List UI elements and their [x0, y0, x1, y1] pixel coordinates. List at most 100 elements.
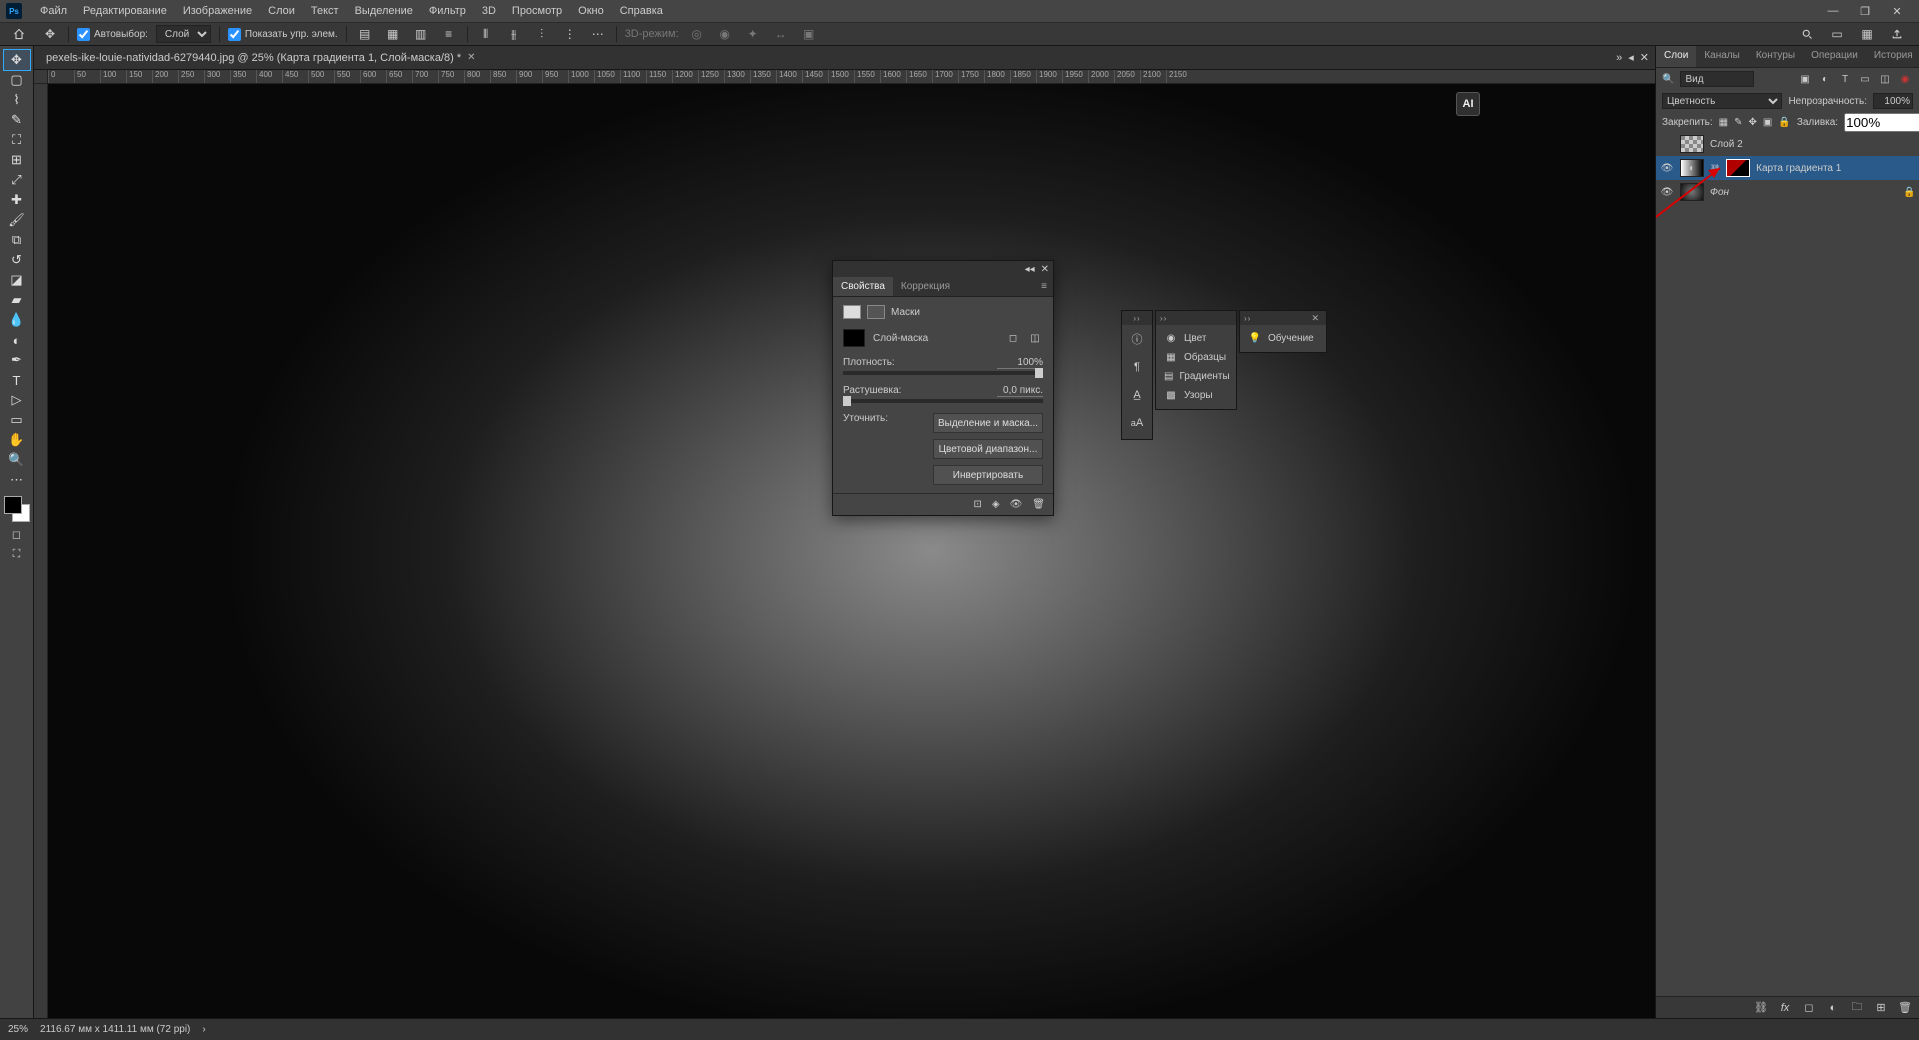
menu-file[interactable]: Файл: [32, 1, 75, 21]
invert-button[interactable]: Инвертировать: [933, 465, 1043, 485]
blend-mode-dropdown[interactable]: Цветность: [1662, 93, 1782, 109]
tab-adjustments[interactable]: Коррекция: [893, 277, 958, 296]
color-range-button[interactable]: Цветовой диапазон...: [933, 439, 1043, 459]
edit-toolbar-button[interactable]: ⋯: [4, 470, 30, 490]
visibility-toggle[interactable]: 👁: [1660, 187, 1674, 198]
glyphs-icon[interactable]: aA: [1122, 409, 1152, 437]
patterns-tab[interactable]: ▩Узоры: [1156, 386, 1236, 405]
hand-tool[interactable]: ✋: [4, 430, 30, 450]
visibility-toggle[interactable]: 👁: [1660, 163, 1674, 174]
auto-select-checkbox[interactable]: Автовыбор:: [77, 28, 148, 41]
doc-dimensions[interactable]: 2116.67 мм x 1411.11 мм (72 ppi): [40, 1024, 190, 1035]
zoom-tool[interactable]: 🔍: [4, 450, 30, 470]
tab-scroll-left-icon[interactable]: ◂: [1628, 51, 1634, 64]
foreground-color-swatch[interactable]: [4, 496, 22, 514]
align-right-icon[interactable]: ▥: [411, 24, 431, 44]
filter-toggle-icon[interactable]: ◉: [1897, 71, 1913, 87]
properties-menu-icon[interactable]: ≡: [1035, 277, 1053, 296]
link-icon[interactable]: ⛓: [1710, 164, 1720, 173]
opacity-input[interactable]: [1873, 93, 1913, 109]
zoom-indicator[interactable]: 25%: [8, 1024, 28, 1035]
vector-mask-mode-button[interactable]: [867, 305, 885, 319]
options-overflow-icon[interactable]: ⋯: [588, 24, 608, 44]
swatches-tab[interactable]: ▦Образцы: [1156, 348, 1236, 367]
add-pixel-mask-icon[interactable]: ◻: [1005, 330, 1021, 346]
menu-edit[interactable]: Редактирование: [75, 1, 175, 21]
layer-row[interactable]: 👁 ◐ ⛓ Карта градиента 1: [1656, 156, 1919, 180]
align-left-icon[interactable]: ▤: [355, 24, 375, 44]
distribute-more-icon[interactable]: ⋮: [560, 24, 580, 44]
path-select-tool[interactable]: ▷: [4, 390, 30, 410]
strip-handle[interactable]: ››: [1122, 311, 1152, 325]
layer-name[interactable]: Карта градиента 1: [1756, 163, 1841, 174]
tab-channels[interactable]: Каналы: [1696, 46, 1748, 67]
layer-name[interactable]: Фон: [1710, 187, 1729, 198]
filter-adjust-icon[interactable]: ◐: [1817, 71, 1833, 87]
tab-paths[interactable]: Контуры: [1748, 46, 1803, 67]
link-layers-icon[interactable]: ⛓: [1753, 1000, 1769, 1016]
info-icon[interactable]: ⓘ: [1122, 325, 1152, 353]
orbit-icon[interactable]: ◎: [687, 24, 707, 44]
shape-tool[interactable]: ▭: [4, 410, 30, 430]
apply-mask-icon[interactable]: ◈: [992, 499, 1000, 510]
menu-image[interactable]: Изображение: [175, 1, 260, 21]
layer-thumbnail[interactable]: [1680, 135, 1704, 153]
search-icon[interactable]: [1797, 24, 1817, 44]
menu-view[interactable]: Просмотр: [504, 1, 570, 21]
history-brush-tool[interactable]: ↺: [4, 250, 30, 270]
frame-icon[interactable]: ▭: [1827, 24, 1847, 44]
ai-chip[interactable]: AI: [1456, 92, 1480, 116]
menu-3d[interactable]: 3D: [474, 1, 504, 21]
marquee-tool[interactable]: ▢: [4, 70, 30, 90]
quick-select-tool[interactable]: ✎: [4, 110, 30, 130]
gradients-tab[interactable]: ▤Градиенты: [1156, 367, 1236, 386]
color-swatches[interactable]: [4, 496, 30, 522]
blur-tool[interactable]: 💧: [4, 310, 30, 330]
status-chevron-icon[interactable]: ›: [202, 1024, 205, 1035]
collapse-icon[interactable]: ◂◂: [1025, 264, 1035, 275]
gradient-tool[interactable]: ▰: [4, 290, 30, 310]
screen-mode-button[interactable]: ⛶: [7, 546, 27, 562]
tab-layers[interactable]: Слои: [1656, 46, 1696, 67]
align-more-icon[interactable]: ≡: [439, 24, 459, 44]
tab-history[interactable]: История: [1866, 46, 1919, 67]
dodge-tool[interactable]: ◐: [4, 330, 30, 350]
layer-name[interactable]: Слой 2: [1710, 139, 1743, 150]
mask-preview-thumb[interactable]: [843, 329, 865, 347]
window-minimize-button[interactable]: —: [1817, 0, 1849, 22]
share-icon[interactable]: [1887, 24, 1907, 44]
eyedropper-tool[interactable]: ⤢: [4, 170, 30, 190]
clone-tool[interactable]: ⧉: [4, 230, 30, 250]
close-icon[interactable]: ✕: [1308, 313, 1322, 324]
lock-artboard-icon[interactable]: ▣: [1763, 115, 1772, 129]
frame-tool[interactable]: ⊞: [4, 150, 30, 170]
properties-panel-titlebar[interactable]: ◂◂ ✕: [833, 261, 1053, 277]
pen-tool[interactable]: ✒: [4, 350, 30, 370]
density-slider[interactable]: Плотность:: [843, 357, 1043, 375]
color-tab[interactable]: ◉Цвет: [1156, 329, 1236, 348]
auto-select-target-dropdown[interactable]: Слой: [156, 25, 211, 43]
document-canvas[interactable]: [48, 84, 1655, 1018]
cam3d-icon[interactable]: ▣: [799, 24, 819, 44]
document-tab-close-icon[interactable]: ✕: [467, 52, 475, 63]
distribute-middle-icon[interactable]: ⫵: [504, 24, 524, 44]
disable-mask-icon[interactable]: 👁: [1010, 499, 1023, 510]
menu-layer[interactable]: Слои: [260, 1, 303, 21]
align-center-icon[interactable]: ▦: [383, 24, 403, 44]
drag-handle-icon[interactable]: ››: [1244, 314, 1251, 323]
lock-position-icon[interactable]: ✥: [1749, 115, 1757, 129]
workspace-icon[interactable]: ▦: [1857, 24, 1877, 44]
tabs-overflow-icon[interactable]: »: [1616, 52, 1622, 64]
document-tab[interactable]: pexels-ike-louie-natividad-6279440.jpg @…: [40, 49, 482, 67]
roll3d-icon[interactable]: ✦: [743, 24, 763, 44]
select-and-mask-button[interactable]: Выделение и маска...: [933, 413, 1043, 433]
eraser-tool[interactable]: ◪: [4, 270, 30, 290]
crop-tool[interactable]: ⛶: [4, 130, 30, 150]
distribute-bottom-icon[interactable]: ⫶: [532, 24, 552, 44]
lasso-tool[interactable]: ⌇: [4, 90, 30, 110]
home-button[interactable]: [6, 24, 32, 44]
slide3d-icon[interactable]: ↔: [771, 24, 791, 44]
window-maximize-button[interactable]: ❐: [1849, 0, 1881, 22]
quick-mask-button[interactable]: ◻: [7, 526, 27, 542]
adjustment-icon[interactable]: ◐: [1825, 1000, 1841, 1016]
